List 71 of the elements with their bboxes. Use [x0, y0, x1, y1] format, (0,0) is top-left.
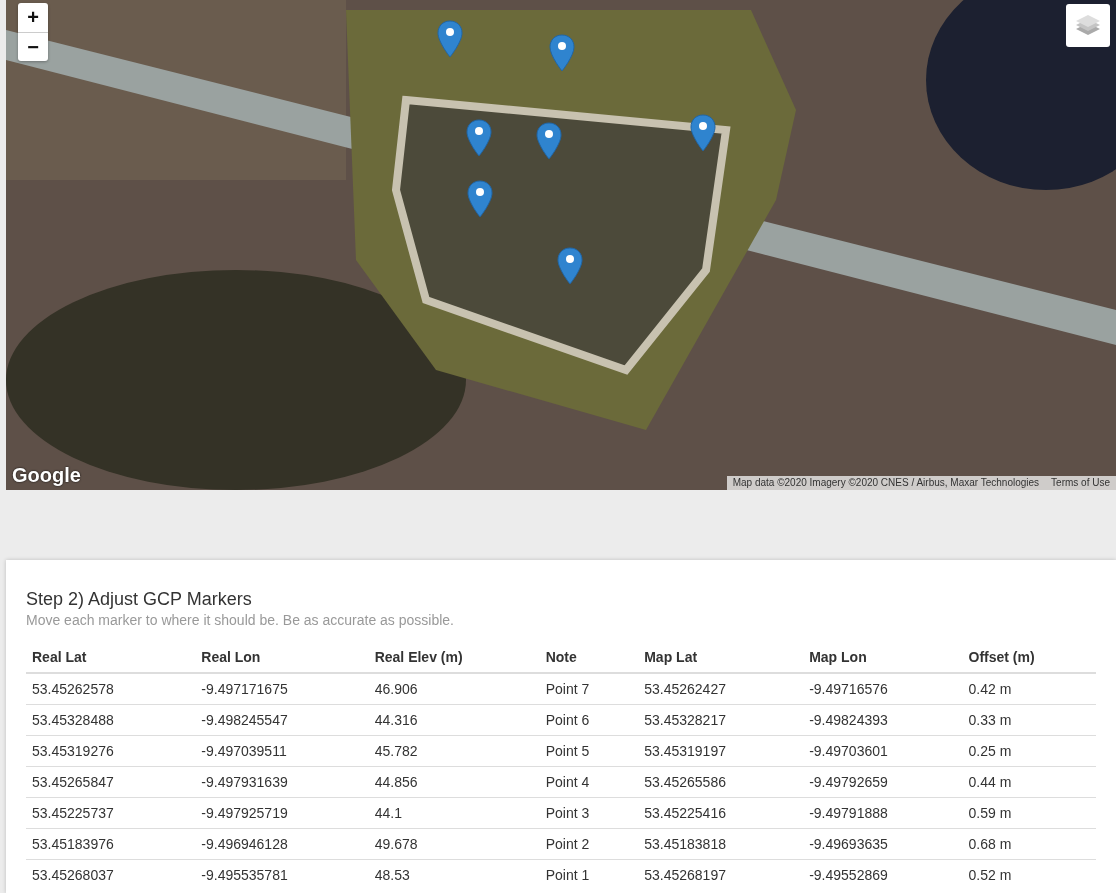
- table-cell: 46.906: [368, 673, 540, 705]
- table-cell: 0.33 m: [962, 704, 1096, 736]
- column-header: Map Lon: [803, 642, 963, 673]
- table-cell: 44.856: [368, 766, 540, 798]
- table-cell: 53.45225737: [26, 797, 196, 829]
- column-header: Offset (m): [962, 642, 1096, 673]
- table-cell: 49.678: [368, 828, 540, 860]
- table-cell: 53.45268037: [26, 859, 196, 890]
- table-cell: 0.25 m: [962, 735, 1096, 767]
- step-title: Step 2) Adjust GCP Markers: [26, 588, 253, 610]
- table-cell: 53.45268197: [638, 859, 804, 890]
- column-header: Real Elev (m): [368, 642, 540, 673]
- table-cell: -9.49552869: [803, 859, 963, 890]
- table-cell: Point 7: [539, 673, 639, 705]
- column-header: Real Lat: [26, 642, 196, 673]
- step-subtitle: Move each marker to where it should be. Be as accurate as possible.: [26, 611, 455, 630]
- map-marker-icon[interactable]: [467, 180, 493, 218]
- table-cell: 53.45225416: [638, 797, 804, 829]
- table-cell: Point 5: [539, 735, 639, 767]
- table-cell: 45.782: [368, 735, 540, 767]
- table-cell: -9.497039511: [195, 735, 369, 767]
- table-cell: 53.45319276: [26, 735, 196, 767]
- table-cell: -9.495535781: [195, 859, 369, 890]
- table-cell: Point 1: [539, 859, 639, 890]
- table-cell: 0.68 m: [962, 828, 1096, 860]
- table-cell: -9.49716576: [803, 673, 963, 705]
- map-marker-icon[interactable]: [437, 20, 463, 58]
- table-cell: 53.45262427: [638, 673, 804, 705]
- table-cell: -9.497171675: [195, 673, 369, 705]
- table-cell: 0.59 m: [962, 797, 1096, 829]
- table-cell: Point 3: [539, 797, 639, 829]
- table-cell: -9.49824393: [803, 704, 963, 736]
- map-marker-icon[interactable]: [690, 114, 716, 152]
- table-cell: Point 4: [539, 766, 639, 798]
- table-cell: 53.45328217: [638, 704, 804, 736]
- table-cell: -9.498245547: [195, 704, 369, 736]
- map-marker-icon[interactable]: [557, 247, 583, 285]
- attribution-text: Map data ©2020 Imagery ©2020 CNES / Airbus, Maxar Technologies: [732, 477, 1040, 488]
- table-cell: 53.45183818: [638, 828, 804, 860]
- column-header: Map Lat: [638, 642, 804, 673]
- terms-link[interactable]: Terms of Use: [1051, 477, 1110, 488]
- table-cell: 0.42 m: [962, 673, 1096, 705]
- satellite-map[interactable]: + − Google Map data ©2020 Imagery ©2020 CNES / Airbus, Maxar Technologies Terms of Use: [6, 0, 1116, 490]
- table-cell: 48.53: [368, 859, 540, 890]
- table-cell: 53.45262578: [26, 673, 196, 705]
- table-cell: -9.49791888: [803, 797, 963, 829]
- map-marker-icon[interactable]: [536, 122, 562, 160]
- table-cell: 53.45183976: [26, 828, 196, 860]
- table-cell: 53.45265847: [26, 766, 196, 798]
- table-cell: 0.44 m: [962, 766, 1096, 798]
- table-cell: -9.496946128: [195, 828, 369, 860]
- table-cell: -9.49792659: [803, 766, 963, 798]
- column-header: Note: [539, 642, 639, 673]
- map-logo: Google: [12, 464, 81, 487]
- table-cell: -9.497931639: [195, 766, 369, 798]
- zoom-out-button[interactable]: −: [18, 32, 48, 61]
- table-cell: Point 2: [539, 828, 639, 860]
- table-cell: 53.45265586: [638, 766, 804, 798]
- table-cell: 53.45328488: [26, 704, 196, 736]
- map-marker-icon[interactable]: [549, 34, 575, 72]
- column-header: Real Lon: [195, 642, 369, 673]
- zoom-in-button[interactable]: +: [18, 3, 48, 32]
- table-cell: -9.497925719: [195, 797, 369, 829]
- table-cell: -9.49693635: [803, 828, 963, 860]
- table-cell: -9.49703601: [803, 735, 963, 767]
- map-marker-icon[interactable]: [466, 119, 492, 157]
- table-cell: 53.45319197: [638, 735, 804, 767]
- table-cell: Point 6: [539, 704, 639, 736]
- table-cell: 44.1: [368, 797, 540, 829]
- table-cell: 44.316: [368, 704, 540, 736]
- table-cell: 0.52 m: [962, 859, 1096, 890]
